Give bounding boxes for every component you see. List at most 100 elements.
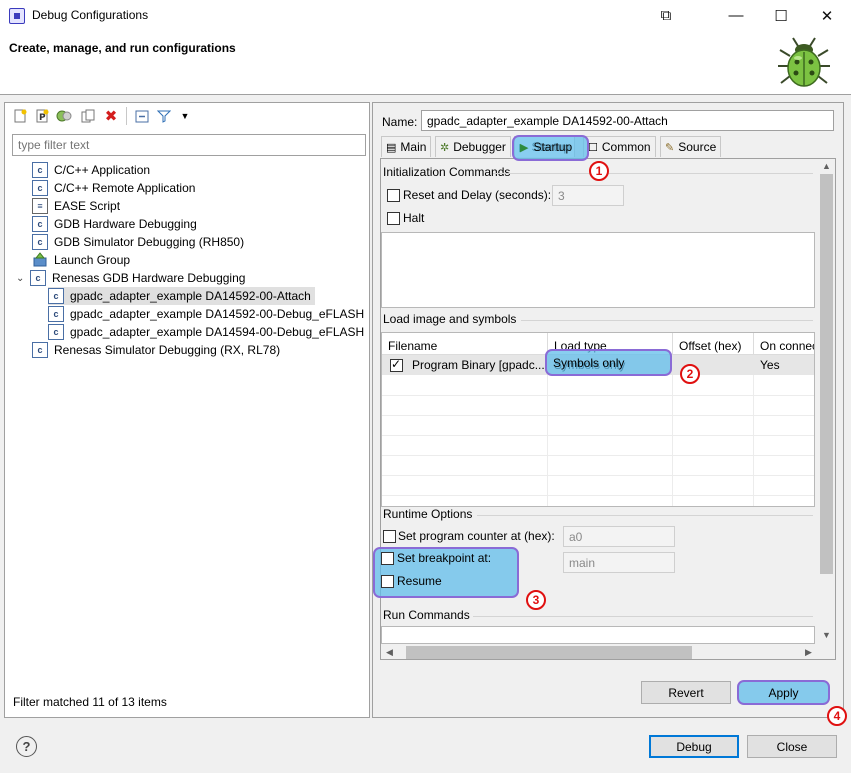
- tree-item-label: GDB Hardware Debugging: [54, 217, 197, 231]
- row-enabled-checkbox[interactable]: [390, 357, 403, 372]
- filter-icon[interactable]: [156, 108, 172, 124]
- configuration-tree-pane: P ✖ ▼ c C/C++ Application c C/C++ Remote A…: [4, 102, 370, 718]
- revert-button[interactable]: Revert: [641, 681, 731, 704]
- reset-delay-label: Reset and Delay (seconds):: [403, 188, 552, 202]
- c-config-icon: c: [32, 234, 48, 250]
- launch-group-icon: [32, 252, 48, 268]
- tree-item-label: gpadc_adapter_example DA14592-00-Attach: [70, 289, 311, 303]
- dialog-header: Create, manage, and run configurations: [0, 31, 851, 95]
- c-config-icon: c: [30, 270, 46, 286]
- tree-item[interactable]: c C/C++ Application: [32, 161, 150, 179]
- tree-item-label: GDB Simulator Debugging (RH850): [54, 235, 245, 249]
- tab-label: Startup: [533, 140, 573, 154]
- scroll-down-icon[interactable]: ▼: [822, 630, 831, 640]
- filter-status: Filter matched 11 of 13 items: [13, 695, 167, 709]
- configuration-editor-pane: Name: gpadc_adapter_example DA14592-00-A…: [372, 102, 844, 718]
- tree-item-label: C/C++ Remote Application: [54, 181, 196, 195]
- name-input[interactable]: gpadc_adapter_example DA14592-00-Attach: [421, 110, 834, 131]
- run-commands-textarea[interactable]: [381, 626, 815, 644]
- close-window-button[interactable]: ✕: [804, 0, 850, 31]
- set-breakpoint-label: Set breakpoint at:: [397, 551, 492, 565]
- tree-item[interactable]: Launch Group: [32, 251, 130, 269]
- set-breakpoint-checkbox[interactable]: [381, 552, 394, 565]
- tree-item-expanded[interactable]: ⌄ c Renesas GDB Hardware Debugging: [16, 269, 245, 287]
- horizontal-scroll-thumb[interactable]: [406, 646, 692, 659]
- cell-on-connect[interactable]: Yes: [754, 355, 814, 375]
- halt-checkbox[interactable]: [387, 212, 400, 225]
- tree-item[interactable]: ≡ EASE Script: [32, 197, 120, 215]
- startup-tab-icon: ▶: [520, 141, 529, 154]
- help-icon[interactable]: ?: [16, 736, 37, 757]
- close-button[interactable]: Close: [747, 735, 837, 758]
- tree-item[interactable]: c GDB Hardware Debugging: [32, 215, 197, 233]
- annotation-badge-4: 4: [827, 706, 847, 726]
- resume-label: Resume: [397, 574, 442, 588]
- separator: [493, 173, 813, 174]
- resume-checkbox[interactable]: [381, 575, 394, 588]
- init-commands-title: Initialization Commands: [383, 165, 511, 179]
- load-image-title: Load image and symbols: [383, 312, 517, 326]
- column-header-offset[interactable]: Offset (hex): [673, 333, 754, 355]
- tree-item[interactable]: c GDB Simulator Debugging (RH850): [32, 233, 244, 251]
- window-title: Debug Configurations: [32, 8, 149, 22]
- new-configuration-icon[interactable]: [12, 108, 28, 124]
- svg-text:P: P: [39, 113, 46, 123]
- filter-input[interactable]: [12, 134, 366, 156]
- tab-label: Debugger: [453, 140, 506, 154]
- duplicate-icon[interactable]: [80, 108, 96, 124]
- app-icon: [9, 8, 25, 24]
- apply-button[interactable]: Apply: [737, 680, 830, 705]
- scroll-up-icon[interactable]: ▲: [822, 161, 831, 171]
- dropdown-icon[interactable]: ▼: [177, 108, 193, 124]
- c-config-icon: c: [48, 288, 64, 304]
- export-icon[interactable]: [56, 108, 72, 124]
- reset-delay-input[interactable]: 3: [552, 185, 624, 206]
- title-bar: Debug Configurations ⧉ — ☐ ✕: [0, 0, 851, 31]
- tree-item-selected[interactable]: c gpadc_adapter_example DA14592-00-Attach: [48, 287, 315, 305]
- c-config-icon: c: [48, 324, 64, 340]
- tab-main[interactable]: ▤ Main: [381, 136, 432, 157]
- tab-source[interactable]: ✎ Source: [660, 136, 722, 157]
- collapse-all-icon[interactable]: [134, 108, 150, 124]
- tree-item[interactable]: c gpadc_adapter_example DA14592-00-Debug_…: [48, 305, 364, 323]
- run-commands-title: Run Commands: [383, 608, 470, 622]
- maximize-button[interactable]: ☐: [758, 0, 804, 31]
- column-header-filename[interactable]: Filename: [382, 333, 548, 355]
- tree-item[interactable]: c C/C++ Remote Application: [32, 179, 195, 197]
- reset-delay-checkbox[interactable]: [387, 189, 400, 202]
- horizontal-scrollbar[interactable]: ◀ ▶: [381, 644, 818, 659]
- runtime-options-title: Runtime Options: [383, 507, 473, 521]
- vertical-scroll-thumb[interactable]: [820, 174, 833, 574]
- scroll-left-icon[interactable]: ◀: [386, 647, 393, 658]
- separator: [477, 515, 813, 516]
- c-config-icon: c: [48, 306, 64, 322]
- init-commands-textarea[interactable]: [381, 232, 815, 308]
- set-pc-input[interactable]: a0: [563, 526, 675, 547]
- tab-debugger[interactable]: ✲ Debugger: [435, 136, 511, 157]
- toolbar-separator: [126, 107, 127, 125]
- tree-item[interactable]: c gpadc_adapter_example DA14594-00-Debug_…: [48, 323, 364, 341]
- tab-label: Main: [400, 140, 427, 154]
- chevron-down-icon[interactable]: ⌄: [16, 273, 30, 284]
- debug-button[interactable]: Debug: [649, 735, 739, 758]
- main-tab-icon: ▤: [386, 141, 397, 154]
- c-config-icon: c: [32, 216, 48, 232]
- tab-common[interactable]: ☐ Common: [583, 136, 656, 157]
- delete-icon[interactable]: ✖: [103, 108, 119, 125]
- breakpoint-input[interactable]: main: [563, 552, 675, 573]
- vertical-scrollbar[interactable]: ▲ ▼: [818, 159, 835, 644]
- debug-bug-icon: [778, 37, 830, 87]
- restore-window-icon[interactable]: ⧉: [643, 0, 689, 31]
- common-tab-icon: ☐: [588, 141, 598, 154]
- c-config-icon: c: [32, 180, 48, 196]
- annotation-badge-1: 1: [589, 161, 609, 181]
- tree-item-label: gpadc_adapter_example DA14594-00-Debug_e…: [70, 325, 365, 339]
- name-label: Name:: [382, 115, 418, 129]
- set-pc-checkbox[interactable]: [383, 530, 396, 543]
- annotation-badge-3: 3: [526, 590, 546, 610]
- scroll-right-icon[interactable]: ▶: [805, 647, 812, 658]
- column-header-on-connect[interactable]: On connect: [754, 333, 814, 355]
- new-prototype-icon[interactable]: P: [34, 108, 50, 124]
- minimize-button[interactable]: —: [713, 0, 759, 31]
- tree-item[interactable]: c Renesas Simulator Debugging (RX, RL78): [32, 341, 280, 359]
